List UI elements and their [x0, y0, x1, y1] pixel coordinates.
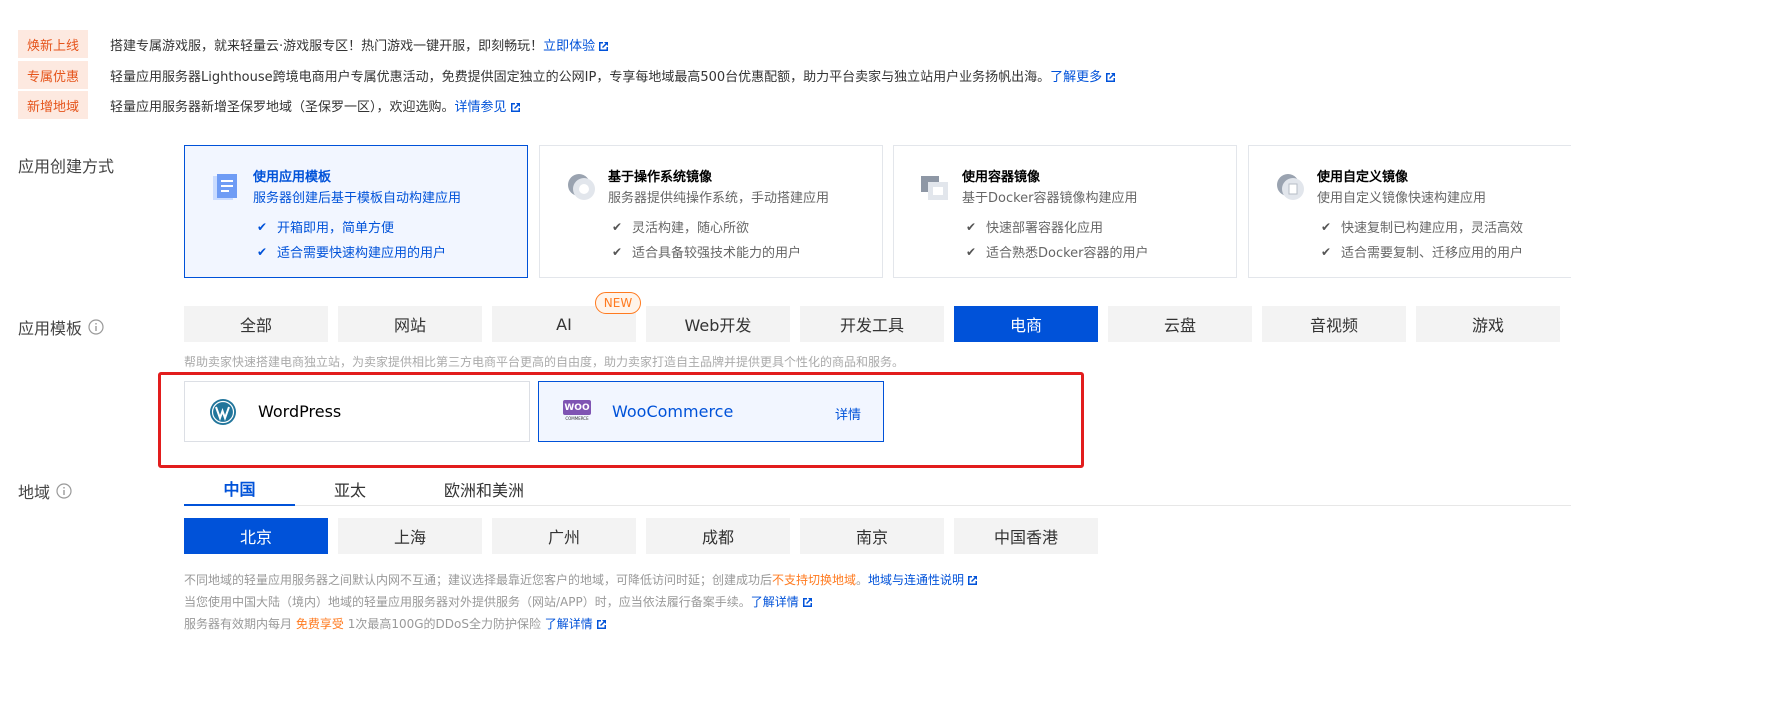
app-name: WordPress — [258, 402, 342, 421]
info-icon[interactable] — [88, 319, 104, 335]
template-icon — [213, 174, 237, 200]
method-desc: 服务器提供纯操作系统，手动搭建应用 — [608, 191, 830, 206]
wordpress-logo-icon — [210, 399, 236, 425]
method-title: 基于操作系统镜像 — [608, 170, 713, 185]
region-label: 地域 — [18, 479, 72, 503]
city-nanjing[interactable]: 南京 — [800, 518, 944, 554]
notice-link[interactable]: 立即体验 — [543, 39, 609, 54]
notice-badge: 新增地域 — [18, 91, 88, 119]
method-title: 使用容器镜像 — [962, 170, 1041, 185]
notice-badge: 专属优惠 — [18, 61, 88, 89]
container-image-icon — [921, 176, 948, 200]
region-connectivity-link[interactable]: 地域与连通性说明 — [868, 573, 978, 587]
method-feature: ✔ 灵活构建，随心所欲 — [612, 219, 750, 237]
region-tip: 不同地域的轻量应用服务器之间默认内网不互通；建议选择最靠近您客户的地域，可降低访… — [184, 571, 978, 588]
custom-image-icon — [1277, 174, 1304, 200]
method-feature: ✔ 适合熟悉Docker容器的用户 — [966, 244, 1149, 262]
notice-text: 轻量应用服务器Lighthouse跨境电商用户专属优惠活动，免费提供固定独立的公… — [110, 66, 1116, 85]
notice-row: 新增地域 轻量应用服务器新增圣保罗地域（圣保罗一区），欢迎选购。详情参见 — [18, 91, 521, 119]
external-link-icon — [599, 41, 609, 51]
city-beijing[interactable]: 北京 — [184, 518, 328, 554]
method-card-os-image[interactable]: 基于操作系统镜像 服务器提供纯操作系统，手动搭建应用 ✔ 灵活构建，随心所欲 ✔ 适… — [539, 145, 883, 278]
city-chengdu[interactable]: 成都 — [646, 518, 790, 554]
check-icon: ✔ — [966, 244, 977, 259]
notice-row: 焕新上线 搭建专属游戏服，就来轻量云·游戏服专区！热门游戏一键开服，即刻畅玩！立… — [18, 30, 609, 58]
method-title: 使用应用模板 — [253, 170, 332, 185]
ddos-detail-link[interactable]: 了解详情 — [545, 617, 607, 631]
notice-link[interactable]: 详情参见 — [455, 100, 521, 115]
external-link-icon — [510, 102, 520, 112]
method-card-custom-image[interactable]: 使用自定义镜像 使用自定义镜像快速构建应用 ✔ 快速复制已构建应用，灵活高效 ✔ 适… — [1248, 145, 1571, 278]
check-icon: ✔ — [612, 219, 623, 234]
method-desc: 基于Docker容器镜像构建应用 — [962, 191, 1138, 206]
region-tab-asia-pacific[interactable]: 亚太 — [310, 472, 390, 506]
notice-text: 轻量应用服务器新增圣保罗地域（圣保罗一区），欢迎选购。详情参见 — [110, 96, 521, 115]
notice-link[interactable]: 了解更多 — [1050, 70, 1116, 85]
info-icon[interactable] — [56, 483, 72, 499]
method-card-container-image[interactable]: 使用容器镜像 基于Docker容器镜像构建应用 ✔ 快速部署容器化应用 ✔ 适合熟悉… — [893, 145, 1237, 278]
city-hongkong[interactable]: 中国香港 — [954, 518, 1098, 554]
app-card-wordpress[interactable]: WordPress — [184, 381, 530, 442]
category-tab-dev-tools[interactable]: 开发工具 — [800, 306, 944, 342]
notice-badge: 焕新上线 — [18, 30, 88, 58]
category-tab-ecommerce[interactable]: 电商 — [954, 306, 1098, 342]
method-feature: ✔ 适合需要快速构建应用的用户 — [257, 244, 447, 262]
app-name: WooCommerce — [612, 402, 734, 421]
woocommerce-logo-icon: WOO COMMERCE — [563, 400, 591, 424]
region-tabs-divider — [184, 505, 1571, 506]
city-shanghai[interactable]: 上海 — [338, 518, 482, 554]
region-tab-china[interactable]: 中国 — [184, 472, 295, 506]
creation-method-label: 应用创建方式 — [18, 157, 115, 176]
method-desc: 使用自定义镜像快速构建应用 — [1317, 191, 1487, 206]
category-tab-all[interactable]: 全部 — [184, 306, 328, 342]
external-link-icon — [802, 598, 812, 607]
notice-row: 专属优惠 轻量应用服务器Lighthouse跨境电商用户专属优惠活动，免费提供固… — [18, 61, 1116, 89]
method-feature: ✔ 适合需要复制、迁移应用的用户 — [1321, 244, 1524, 262]
check-icon: ✔ — [257, 219, 268, 234]
check-icon: ✔ — [1321, 244, 1332, 259]
ddos-tip: 服务器有效期内每月 免费享受 1次最高100G的DDoS全力防护保险 了解详情 — [184, 615, 607, 632]
external-link-icon — [596, 620, 606, 629]
os-image-icon — [568, 174, 595, 200]
method-feature: ✔ 快速复制已构建应用，灵活高效 — [1321, 219, 1524, 237]
detail-link[interactable]: 详情 — [835, 404, 861, 423]
check-icon: ✔ — [966, 219, 977, 234]
notice-text: 搭建专属游戏服，就来轻量云·游戏服专区！热门游戏一键开服，即刻畅玩！立即体验 — [110, 35, 609, 54]
method-card-template[interactable]: 使用应用模板 服务器创建后基于模板自动构建应用 ✔ 开箱即用，简单方便 ✔ 适合需要… — [184, 145, 528, 278]
new-badge: NEW — [595, 292, 641, 314]
category-tab-games[interactable]: 游戏 — [1416, 306, 1560, 342]
category-tab-website[interactable]: 网站 — [338, 306, 482, 342]
filing-detail-link[interactable]: 了解详情 — [751, 595, 813, 609]
region-tab-europe-americas[interactable]: 欧洲和美洲 — [420, 472, 548, 506]
check-icon: ✔ — [1321, 219, 1332, 234]
check-icon: ✔ — [612, 244, 623, 259]
external-link-icon — [968, 576, 978, 585]
method-feature: ✔ 适合具备较强技术能力的用户 — [612, 244, 802, 262]
method-desc: 服务器创建后基于模板自动构建应用 — [253, 191, 462, 206]
check-icon: ✔ — [257, 244, 268, 259]
category-tab-audio-video[interactable]: 音视频 — [1262, 306, 1406, 342]
app-template-label: 应用模板 — [18, 315, 104, 339]
app-card-woocommerce[interactable]: WOO COMMERCE WooCommerce 详情 — [538, 381, 884, 442]
city-guangzhou[interactable]: 广州 — [492, 518, 636, 554]
category-tab-web-dev[interactable]: Web开发 — [646, 306, 790, 342]
category-helper-text: 帮助卖家快速搭建电商独立站，为卖家提供相比第三方电商平台更高的自由度，助力卖家打… — [184, 355, 905, 369]
category-tab-cloud-disk[interactable]: 云盘 — [1108, 306, 1252, 342]
external-link-icon — [1106, 72, 1116, 82]
method-feature: ✔ 开箱即用，简单方便 — [257, 219, 395, 237]
filing-tip: 当您使用中国大陆（境内）地域的轻量应用服务器对外提供服务（网站/APP）时，应当… — [184, 593, 813, 610]
method-feature: ✔ 快速部署容器化应用 — [966, 219, 1104, 237]
method-title: 使用自定义镜像 — [1317, 170, 1409, 185]
